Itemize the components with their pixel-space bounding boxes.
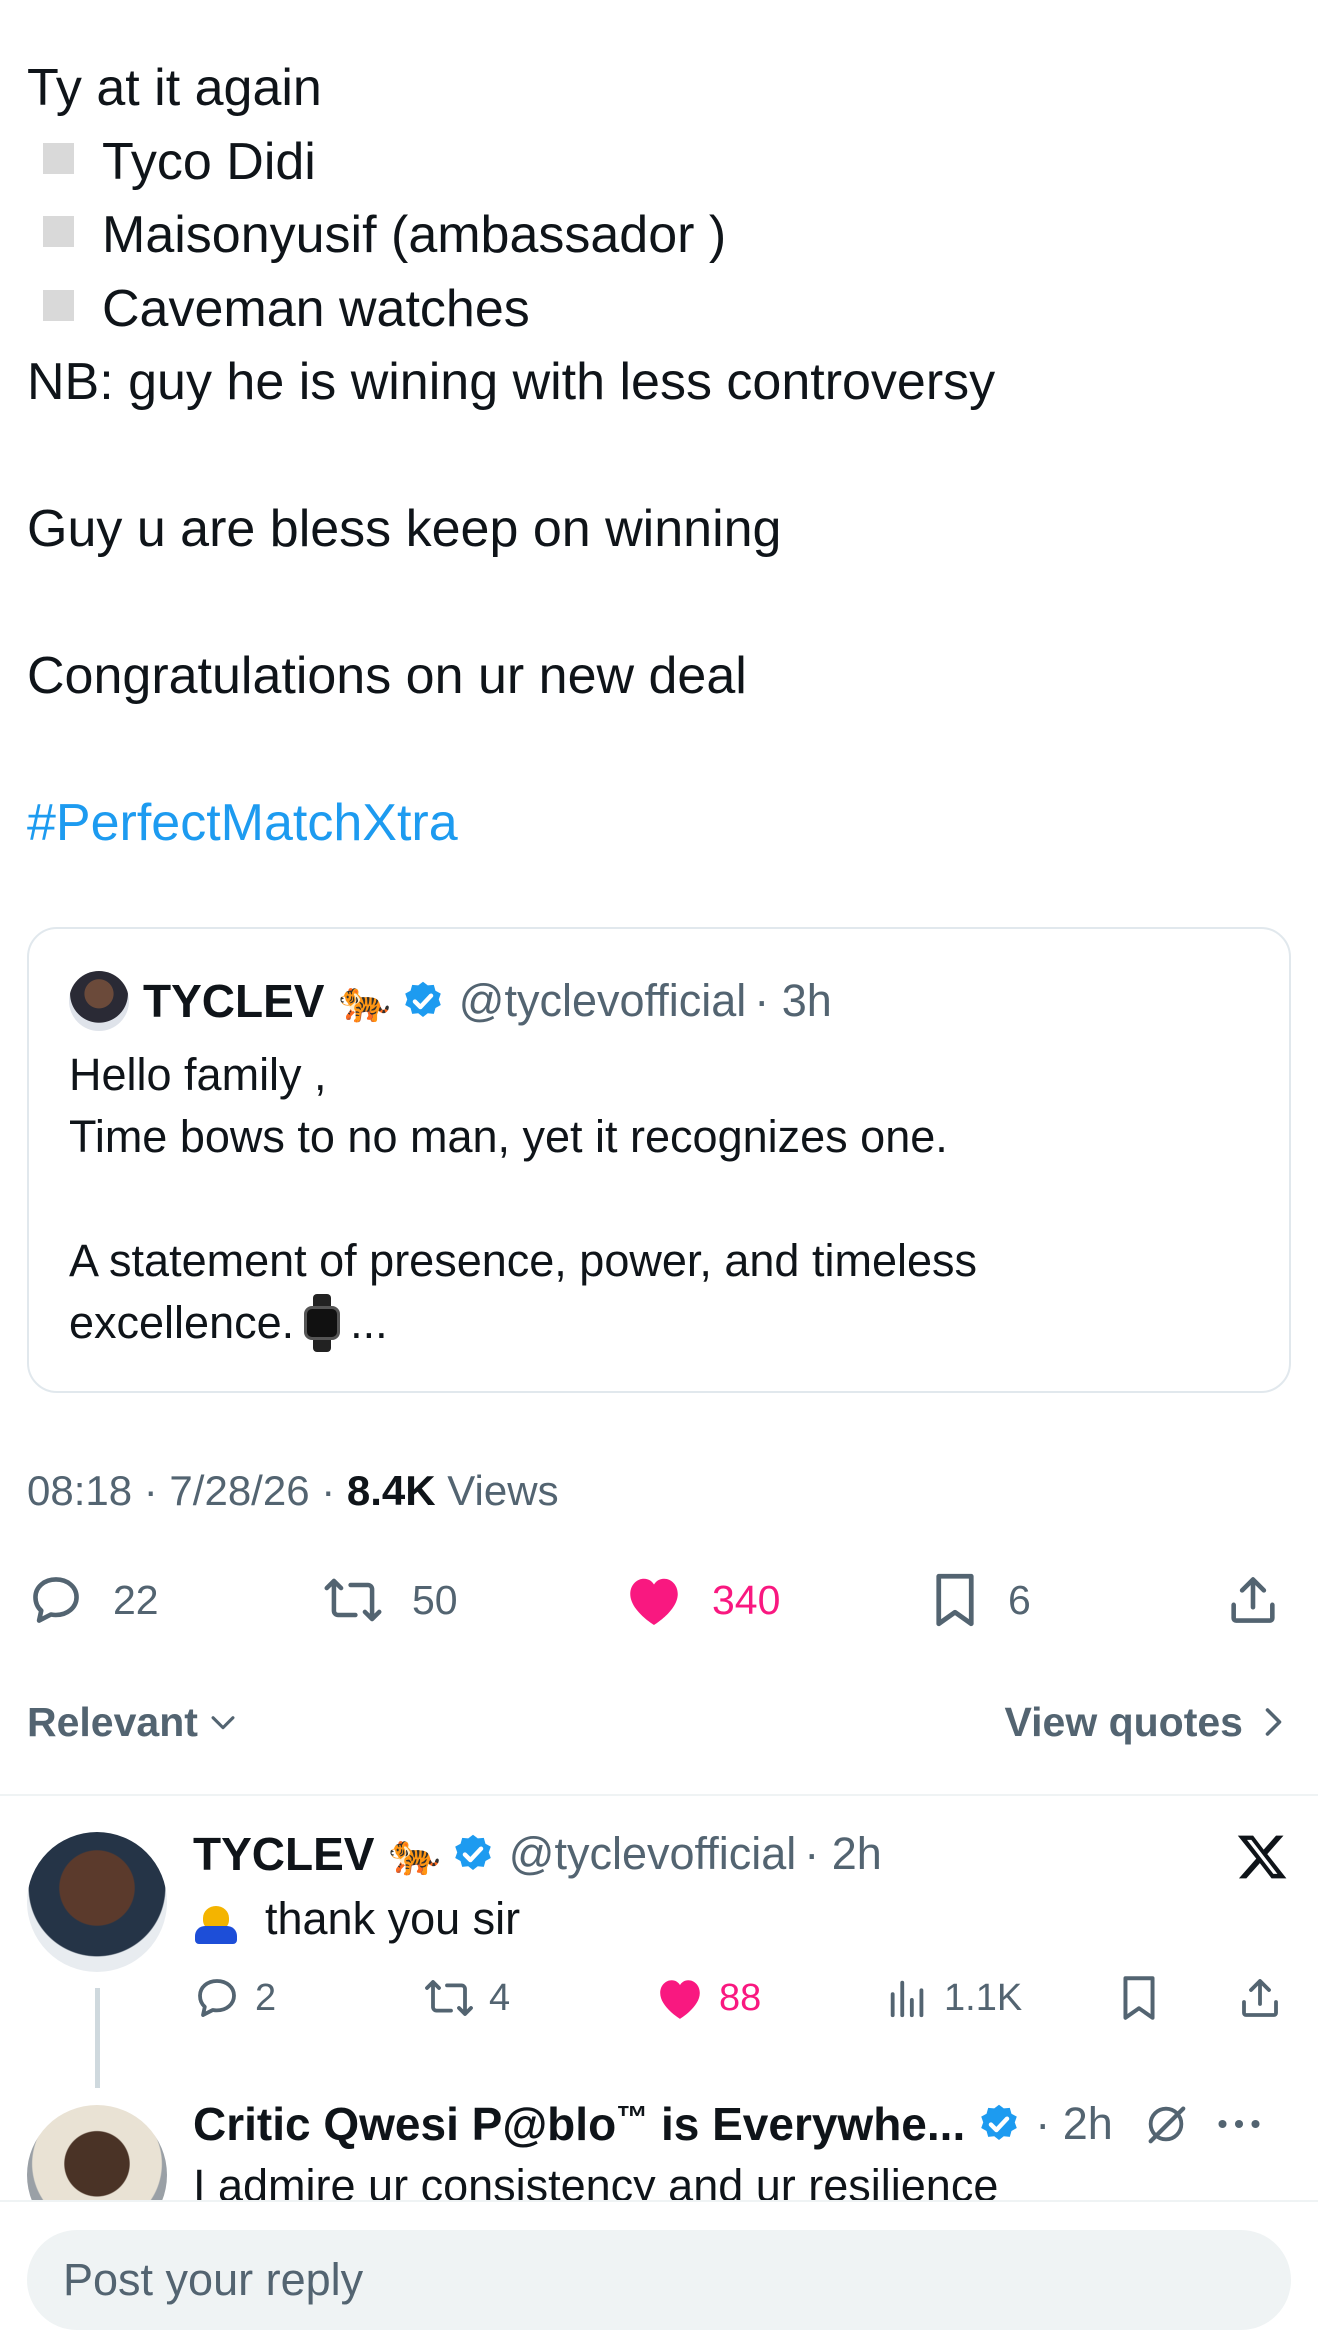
- heart-filled-icon: [660, 1980, 700, 2019]
- post-action-bar: 22 50 340 6: [0, 1560, 1318, 1640]
- author-handle[interactable]: @tyclevofficial: [509, 1828, 796, 1880]
- bookmark-button[interactable]: 6: [930, 1560, 1031, 1640]
- post-bullet: Maisonyusif (ambassador ): [27, 199, 1297, 273]
- post-timestamp[interactable]: 08:18: [27, 1467, 132, 1514]
- avatar[interactable]: [69, 971, 129, 1031]
- reply-composer-bar: [0, 2200, 1318, 2346]
- post-line: Congratulations on ur new deal: [27, 647, 747, 705]
- bowing-person-emoji-icon: [193, 1894, 239, 1944]
- sort-dropdown[interactable]: Relevant: [27, 1692, 240, 1752]
- divider: [0, 1794, 1318, 1796]
- share-icon: [1231, 1577, 1275, 1623]
- x-logo-icon: [1237, 1835, 1287, 1879]
- repost-button[interactable]: 4: [423, 1966, 510, 2030]
- author-name[interactable]: Critic Qwesi P@blo™ is Everywhe...: [193, 2097, 965, 2151]
- bookmark-button[interactable]: [1118, 1966, 1174, 2030]
- replies-sort-bar: Relevant View quotes: [27, 1692, 1287, 1752]
- post-time: · 2h: [1035, 2098, 1113, 2149]
- like-button[interactable]: 340: [624, 1560, 780, 1640]
- analytics-bars-icon: [890, 1980, 924, 2018]
- chevron-right-icon: [1265, 1708, 1282, 1736]
- post-meta: 08:18 · 7/28/26 · 8.4K Views: [27, 1467, 559, 1515]
- share-icon: [1242, 1979, 1278, 2017]
- post-time: · 3h: [754, 975, 832, 1026]
- like-count: 88: [719, 1976, 762, 2019]
- post-time: · 2h: [804, 1828, 882, 1879]
- sort-label: Relevant: [27, 1698, 198, 1745]
- view-quotes-label: View quotes: [1004, 1698, 1243, 1745]
- quoted-post-card[interactable]: TYCLEV 🐅 @tyclevofficial · 3h Hello fami…: [27, 927, 1291, 1393]
- reply-button[interactable]: 22: [27, 1560, 159, 1640]
- reply-count: 2: [255, 1976, 277, 2019]
- verified-badge-icon: [981, 2104, 1018, 2140]
- post-date: · 7/28/26 ·: [143, 1467, 336, 1514]
- share-button[interactable]: [1236, 1966, 1298, 2030]
- views-label: Views: [447, 1467, 559, 1514]
- bullet-square-icon: [43, 216, 74, 247]
- tiger-emoji-icon: 🐅: [388, 1829, 441, 1877]
- author-handle[interactable]: @tyclevofficial: [459, 975, 746, 1027]
- share-button[interactable]: [1224, 1560, 1310, 1640]
- reply-button[interactable]: 2: [193, 1966, 276, 2030]
- bookmark-count: 6: [1008, 1576, 1031, 1623]
- reply-text: thank you sir: [193, 1893, 520, 1945]
- post-nb: NB: guy he is wining with less controver…: [27, 353, 996, 411]
- avatar[interactable]: [27, 1832, 167, 1972]
- repost-count: 4: [489, 1976, 511, 2019]
- chevron-down-icon: [211, 1716, 235, 1730]
- reply-action-bar: 2 4 88 1.1K: [0, 1966, 1318, 2030]
- views-count: 8.4K: [346, 1467, 436, 1514]
- post-intro: Ty at it again: [27, 59, 322, 117]
- bookmark-icon: [936, 1573, 974, 1627]
- reply-icon: [33, 1577, 79, 1623]
- verified-badge-icon: [404, 981, 441, 1017]
- post-body: Ty at it again Tyco Didi Maisonyusif (am…: [27, 52, 1297, 861]
- quoted-post-text: Hello family , Time bows to no man, yet …: [69, 1044, 1249, 1354]
- quoted-post-header: TYCLEV 🐅 @tyclevofficial · 3h: [69, 971, 832, 1031]
- bullet-square-icon: [43, 289, 74, 321]
- hashtag-link[interactable]: #PerfectMatchXtra: [27, 794, 458, 852]
- watch-emoji-icon: [304, 1294, 341, 1352]
- verified-badge-icon: [454, 1834, 491, 1870]
- more-options-icon[interactable]: [1217, 2114, 1261, 2134]
- grok-icon[interactable]: [1143, 2101, 1189, 2147]
- reply-count: 22: [113, 1576, 159, 1623]
- views-count: 1.1K: [944, 1976, 1023, 2019]
- post-bullet: Tyco Didi: [27, 126, 1297, 200]
- repost-button[interactable]: 50: [322, 1560, 458, 1640]
- repost-count: 50: [412, 1576, 458, 1623]
- like-count: 340: [712, 1576, 781, 1623]
- bullet-square-icon: [43, 142, 74, 174]
- bookmark-icon: [1123, 1976, 1155, 2020]
- author-name[interactable]: TYCLEV: [143, 974, 324, 1028]
- post-bullet: Caveman watches: [27, 273, 1297, 347]
- views-button[interactable]: 1.1K: [886, 1966, 1022, 2030]
- author-name[interactable]: TYCLEV: [193, 1827, 374, 1881]
- heart-filled-icon: [630, 1578, 678, 1625]
- like-button[interactable]: 88: [655, 1966, 761, 2030]
- post-line: Guy u are bless keep on winning: [27, 500, 782, 558]
- reply-input[interactable]: [27, 2230, 1291, 2330]
- repost-icon: [425, 1980, 473, 2016]
- view-quotes-link[interactable]: View quotes: [1005, 1692, 1287, 1752]
- reply-icon: [198, 1979, 236, 2017]
- repost-icon: [324, 1578, 382, 1622]
- reply-header: Critic Qwesi P@blo™ is Everywhe... · 2h: [193, 2094, 1261, 2154]
- reply-header: TYCLEV 🐅 @tyclevofficial · 2h: [193, 1824, 882, 1884]
- tiger-emoji-icon: 🐅: [338, 976, 391, 1024]
